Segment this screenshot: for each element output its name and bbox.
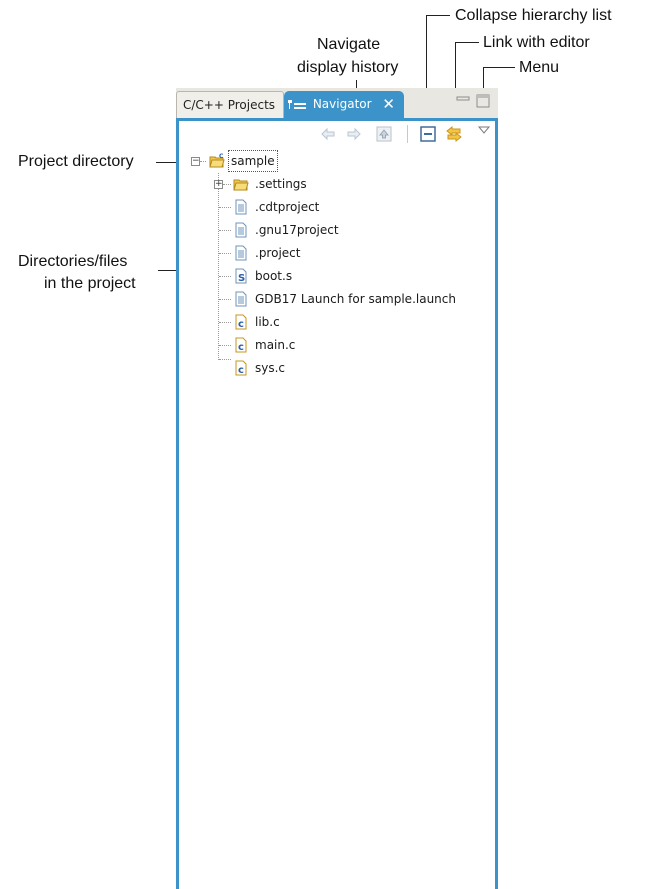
tree-root-label: sample: [228, 150, 278, 172]
tree-connector: [219, 299, 231, 300]
tree-connector: [219, 207, 231, 208]
c-file-icon: c: [235, 314, 247, 330]
tree-item-label: GDB17 Launch for sample.launch: [255, 292, 456, 306]
tree-connector: [219, 253, 231, 254]
tree-root-row[interactable]: C sample: [209, 150, 469, 172]
tree-item-cdtproject[interactable]: .cdtproject: [233, 197, 463, 217]
collapse-all-icon[interactable]: [419, 125, 437, 143]
tree-item-label: lib.c: [255, 315, 280, 329]
up-folder-icon[interactable]: [375, 125, 393, 143]
close-icon[interactable]: ✕: [382, 91, 395, 117]
tree-connector: [219, 359, 231, 360]
tree-connector: [219, 230, 231, 231]
callout-collapse-hierarchy-list: Collapse hierarchy list: [455, 7, 612, 24]
tree-connector: [200, 161, 206, 162]
forward-arrow-icon[interactable]: [345, 125, 363, 143]
expand-toggle[interactable]: +: [214, 180, 223, 189]
tree-connector: [219, 322, 231, 323]
file-icon: [235, 222, 247, 238]
svg-text:c: c: [238, 365, 244, 376]
callout-link-with-editor: Link with editor: [483, 34, 590, 51]
tree-connector: [223, 184, 231, 185]
back-arrow-icon[interactable]: [319, 125, 337, 143]
svg-text:c: c: [238, 342, 244, 353]
toolbar-separator: [407, 125, 408, 143]
navigator-view: − C sample + .settings .cdtproject .gnu1…: [176, 118, 498, 889]
tree-connector: [219, 345, 231, 346]
leader-link-h: [455, 42, 479, 43]
svg-text:c: c: [238, 319, 244, 330]
tab-navigator[interactable]: Navigator ✕: [284, 91, 404, 118]
callout-menu: Menu: [519, 59, 560, 76]
tree-item-label: main.c: [255, 338, 296, 352]
view-tab-bar: C/C++ Projects Navigator ✕: [176, 88, 498, 118]
tree-item-sys-c[interactable]: c sys.c: [233, 358, 463, 378]
view-toolbar: [179, 121, 495, 145]
svg-text:C: C: [219, 153, 224, 160]
callout-directories-line2: in the project: [44, 275, 136, 292]
file-icon: [235, 199, 247, 215]
tree-item-label: sys.c: [255, 361, 286, 375]
file-icon: [235, 291, 247, 307]
minimize-icon[interactable]: [456, 94, 470, 108]
link-with-editor-icon[interactable]: [445, 125, 463, 143]
tree-item-label: .gnu17project: [255, 223, 339, 237]
tab-cpp-projects[interactable]: C/C++ Projects: [176, 91, 284, 118]
callout-navigate-line1: Navigate: [317, 36, 381, 53]
tree-item-label: .project: [255, 246, 301, 260]
collapse-toggle[interactable]: −: [191, 157, 200, 166]
tree-item-label: .cdtproject: [255, 200, 320, 214]
tree-item-label: boot.s: [255, 269, 293, 283]
project-folder-icon: C: [209, 153, 225, 168]
callout-directories-line1: Directories/files: [18, 253, 128, 270]
tree-connector: [219, 276, 231, 277]
file-icon: [235, 245, 247, 261]
callout-navigate-line2: display history: [297, 59, 399, 76]
asm-file-icon: S: [235, 268, 247, 284]
tree-item-label: .settings: [255, 177, 307, 191]
c-file-icon: c: [235, 337, 247, 353]
tree-item-settings[interactable]: .settings: [233, 174, 463, 194]
leader-menu-h: [483, 67, 515, 68]
folder-icon: [233, 179, 249, 191]
view-menu-icon[interactable]: [477, 123, 491, 137]
tree-item-gnu17project[interactable]: .gnu17project: [233, 220, 463, 240]
tree-connector-vertical: [218, 173, 219, 360]
maximize-icon[interactable]: [476, 94, 490, 108]
tab-cpp-projects-label: C/C++ Projects: [183, 98, 276, 112]
tree-item-boot-s[interactable]: S boot.s: [233, 266, 463, 286]
tree-item-lib-c[interactable]: c lib.c: [233, 312, 463, 332]
tab-navigator-label: Navigator: [312, 97, 372, 111]
callout-project-directory: Project directory: [18, 153, 134, 170]
tree-item-launch[interactable]: GDB17 Launch for sample.launch: [233, 289, 473, 309]
svg-text:S: S: [238, 273, 245, 284]
c-file-icon: c: [235, 360, 247, 376]
leader-collapse-h: [426, 15, 450, 16]
tree-item-project[interactable]: .project: [233, 243, 463, 263]
tree-item-main-c[interactable]: c main.c: [233, 335, 463, 355]
navigator-icon: [288, 99, 306, 109]
